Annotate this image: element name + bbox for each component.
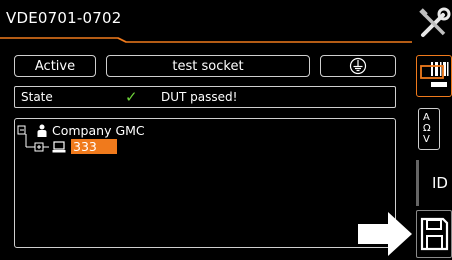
check-icon: ✓ [125,88,138,106]
status-message: DUT passed! [161,90,238,104]
sidebar-item-barcode[interactable] [416,55,452,97]
test-socket-label: test socket [172,58,244,74]
status-label: State [21,90,53,104]
tree-child-label: 333 [73,139,97,154]
device-tree: Company GMC 333 [14,118,396,248]
arrow-right-icon [358,212,412,256]
units-icon: A Ω V [419,109,439,145]
ground-icon [349,57,367,75]
unit-omega: Ω [423,123,431,134]
tools-icon [419,7,451,37]
person-icon [37,124,47,137]
barcode-icon [420,62,449,87]
id-label: ID [432,174,448,192]
ground-button[interactable] [320,55,396,77]
main-panel: VDE0701-0702 Active test socket State ✓ … [0,0,412,260]
save-icon [420,217,449,251]
sidebar-item-units[interactable]: A Ω V [418,108,440,150]
window-title: VDE0701-0702 [6,9,122,27]
sidebar-item-id[interactable]: ID [416,160,452,206]
device-icon [52,141,66,153]
sidebar: A Ω V ID [412,0,452,260]
test-socket-button[interactable]: test socket [106,55,310,77]
id-divider [416,160,419,206]
sidebar-item-settings[interactable] [416,6,452,46]
status-bar: State ✓ DUT passed! [14,86,396,108]
sidebar-item-save[interactable] [416,210,452,258]
unit-a: A [423,112,430,123]
tree-root-label[interactable]: Company GMC [52,123,145,138]
unit-v: V [423,134,430,145]
tree-child-selected[interactable]: 333 [71,139,117,154]
active-button[interactable]: Active [14,55,96,77]
active-button-label: Active [34,58,76,74]
